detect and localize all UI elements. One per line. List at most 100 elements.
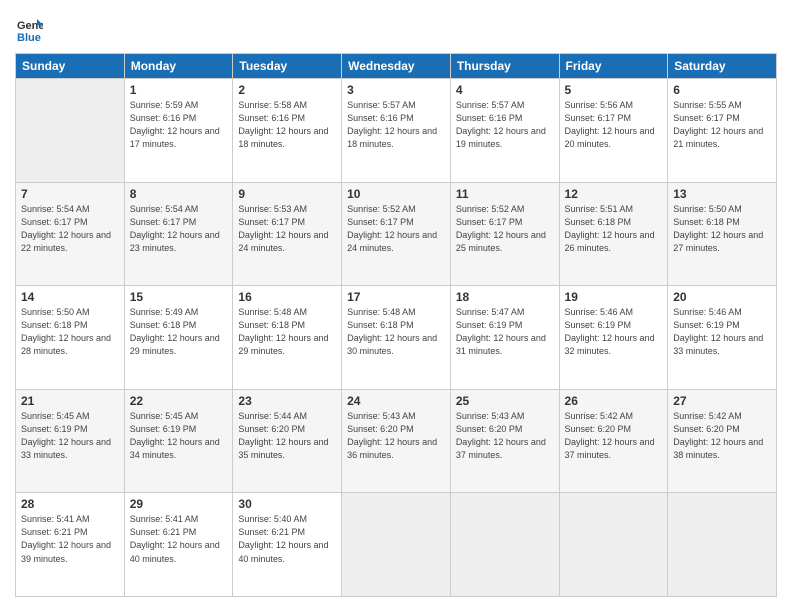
- calendar-cell: 1 Sunrise: 5:59 AMSunset: 6:16 PMDaylight…: [124, 79, 233, 183]
- day-number: 16: [238, 290, 336, 304]
- day-number: 8: [130, 187, 228, 201]
- day-number: 17: [347, 290, 445, 304]
- day-header-saturday: Saturday: [668, 54, 777, 79]
- calendar-cell: 9Sunrise: 5:53 AMSunset: 6:17 PMDaylight…: [233, 182, 342, 286]
- calendar-cell: 16 Sunrise: 5:48 AMSunset: 6:18 PMDayligh…: [233, 286, 342, 390]
- logo-icon: General Blue: [15, 15, 43, 43]
- cell-info: Sunrise: 5:59 AMSunset: 6:16 PMDaylight:…: [130, 99, 228, 151]
- cell-info: Sunrise: 5:53 AMSunset: 6:17 PMDaylight:…: [238, 203, 336, 255]
- cell-info: Sunrise: 5:40 AMSunset: 6:21 PMDaylight:…: [238, 513, 336, 565]
- header: General Blue: [15, 15, 777, 43]
- calendar-cell: 13 Sunrise: 5:50 AMSunset: 6:18 PMDayligh…: [668, 182, 777, 286]
- calendar-cell: 14 Sunrise: 5:50 AMSunset: 6:18 PMDayligh…: [16, 286, 125, 390]
- cell-info: Sunrise: 5:43 AMSunset: 6:20 PMDaylight:…: [347, 410, 445, 462]
- day-number: 2: [238, 83, 336, 97]
- day-number: 22: [130, 394, 228, 408]
- day-header-friday: Friday: [559, 54, 668, 79]
- cell-info: Sunrise: 5:42 AMSunset: 6:20 PMDaylight:…: [673, 410, 771, 462]
- calendar-cell: [668, 493, 777, 597]
- calendar-cell: 19Sunrise: 5:46 AMSunset: 6:19 PMDayligh…: [559, 286, 668, 390]
- cell-info: Sunrise: 5:52 AMSunset: 6:17 PMDaylight:…: [347, 203, 445, 255]
- day-number: 27: [673, 394, 771, 408]
- cell-info: Sunrise: 5:56 AMSunset: 6:17 PMDaylight:…: [565, 99, 663, 151]
- cell-info: Sunrise: 5:54 AMSunset: 6:17 PMDaylight:…: [130, 203, 228, 255]
- calendar-cell: 27 Sunrise: 5:42 AMSunset: 6:20 PMDayligh…: [668, 389, 777, 493]
- day-number: 30: [238, 497, 336, 511]
- day-number: 10: [347, 187, 445, 201]
- day-number: 29: [130, 497, 228, 511]
- day-number: 19: [565, 290, 663, 304]
- calendar-cell: 18 Sunrise: 5:47 AMSunset: 6:19 PMDayligh…: [450, 286, 559, 390]
- calendar-cell: 2 Sunrise: 5:58 AMSunset: 6:16 PMDaylight…: [233, 79, 342, 183]
- cell-info: Sunrise: 5:50 AMSunset: 6:18 PMDaylight:…: [673, 203, 771, 255]
- calendar-cell: 3 Sunrise: 5:57 AMSunset: 6:16 PMDaylight…: [342, 79, 451, 183]
- calendar-cell: 28Sunrise: 5:41 AMSunset: 6:21 PMDayligh…: [16, 493, 125, 597]
- day-number: 25: [456, 394, 554, 408]
- calendar-cell: 30 Sunrise: 5:40 AMSunset: 6:21 PMDayligh…: [233, 493, 342, 597]
- day-header-thursday: Thursday: [450, 54, 559, 79]
- day-number: 28: [21, 497, 119, 511]
- day-number: 15: [130, 290, 228, 304]
- day-number: 18: [456, 290, 554, 304]
- cell-info: Sunrise: 5:47 AMSunset: 6:19 PMDaylight:…: [456, 306, 554, 358]
- calendar-cell: 21 Sunrise: 5:45 AMSunset: 6:19 PMDayligh…: [16, 389, 125, 493]
- calendar-cell: 24 Sunrise: 5:43 AMSunset: 6:20 PMDayligh…: [342, 389, 451, 493]
- calendar-cell: [559, 493, 668, 597]
- calendar-week-4: 28Sunrise: 5:41 AMSunset: 6:21 PMDayligh…: [16, 493, 777, 597]
- day-number: 20: [673, 290, 771, 304]
- cell-info: Sunrise: 5:58 AMSunset: 6:16 PMDaylight:…: [238, 99, 336, 151]
- calendar-cell: 10 Sunrise: 5:52 AMSunset: 6:17 PMDayligh…: [342, 182, 451, 286]
- calendar-cell: 23 Sunrise: 5:44 AMSunset: 6:20 PMDayligh…: [233, 389, 342, 493]
- calendar-cell: [342, 493, 451, 597]
- calendar-cell: 15 Sunrise: 5:49 AMSunset: 6:18 PMDayligh…: [124, 286, 233, 390]
- calendar-cell: 5 Sunrise: 5:56 AMSunset: 6:17 PMDaylight…: [559, 79, 668, 183]
- day-number: 5: [565, 83, 663, 97]
- calendar-cell: 4 Sunrise: 5:57 AMSunset: 6:16 PMDaylight…: [450, 79, 559, 183]
- calendar-cell: 11Sunrise: 5:52 AMSunset: 6:17 PMDayligh…: [450, 182, 559, 286]
- day-number: 7: [21, 187, 119, 201]
- svg-text:Blue: Blue: [17, 32, 41, 43]
- calendar-cell: 29Sunrise: 5:41 AMSunset: 6:21 PMDayligh…: [124, 493, 233, 597]
- day-number: 1: [130, 83, 228, 97]
- calendar-table: SundayMondayTuesdayWednesdayThursdayFrid…: [15, 53, 777, 597]
- cell-info: Sunrise: 5:49 AMSunset: 6:18 PMDaylight:…: [130, 306, 228, 358]
- day-header-monday: Monday: [124, 54, 233, 79]
- cell-info: Sunrise: 5:45 AMSunset: 6:19 PMDaylight:…: [130, 410, 228, 462]
- day-header-tuesday: Tuesday: [233, 54, 342, 79]
- cell-info: Sunrise: 5:50 AMSunset: 6:18 PMDaylight:…: [21, 306, 119, 358]
- cell-info: Sunrise: 5:43 AMSunset: 6:20 PMDaylight:…: [456, 410, 554, 462]
- day-number: 3: [347, 83, 445, 97]
- cell-info: Sunrise: 5:48 AMSunset: 6:18 PMDaylight:…: [347, 306, 445, 358]
- day-number: 14: [21, 290, 119, 304]
- calendar-cell: 20 Sunrise: 5:46 AMSunset: 6:19 PMDayligh…: [668, 286, 777, 390]
- cell-info: Sunrise: 5:48 AMSunset: 6:18 PMDaylight:…: [238, 306, 336, 358]
- day-number: 13: [673, 187, 771, 201]
- day-number: 24: [347, 394, 445, 408]
- day-number: 11: [456, 187, 554, 201]
- calendar-cell: 7 Sunrise: 5:54 AMSunset: 6:17 PMDaylight…: [16, 182, 125, 286]
- calendar-cell: 26 Sunrise: 5:42 AMSunset: 6:20 PMDayligh…: [559, 389, 668, 493]
- day-header-sunday: Sunday: [16, 54, 125, 79]
- cell-info: Sunrise: 5:46 AMSunset: 6:19 PMDaylight:…: [673, 306, 771, 358]
- cell-info: Sunrise: 5:45 AMSunset: 6:19 PMDaylight:…: [21, 410, 119, 462]
- day-number: 12: [565, 187, 663, 201]
- calendar-cell: [16, 79, 125, 183]
- calendar-cell: 12Sunrise: 5:51 AMSunset: 6:18 PMDayligh…: [559, 182, 668, 286]
- day-number: 26: [565, 394, 663, 408]
- cell-info: Sunrise: 5:57 AMSunset: 6:16 PMDaylight:…: [347, 99, 445, 151]
- calendar-week-3: 21 Sunrise: 5:45 AMSunset: 6:19 PMDayligh…: [16, 389, 777, 493]
- day-number: 23: [238, 394, 336, 408]
- calendar-week-1: 7 Sunrise: 5:54 AMSunset: 6:17 PMDaylight…: [16, 182, 777, 286]
- cell-info: Sunrise: 5:54 AMSunset: 6:17 PMDaylight:…: [21, 203, 119, 255]
- logo: General Blue: [15, 15, 47, 43]
- cell-info: Sunrise: 5:44 AMSunset: 6:20 PMDaylight:…: [238, 410, 336, 462]
- day-number: 21: [21, 394, 119, 408]
- calendar-cell: 17 Sunrise: 5:48 AMSunset: 6:18 PMDayligh…: [342, 286, 451, 390]
- calendar-week-0: 1 Sunrise: 5:59 AMSunset: 6:16 PMDaylight…: [16, 79, 777, 183]
- calendar-cell: 6Sunrise: 5:55 AMSunset: 6:17 PMDaylight…: [668, 79, 777, 183]
- calendar-cell: [450, 493, 559, 597]
- cell-info: Sunrise: 5:57 AMSunset: 6:16 PMDaylight:…: [456, 99, 554, 151]
- cell-info: Sunrise: 5:42 AMSunset: 6:20 PMDaylight:…: [565, 410, 663, 462]
- calendar-cell: 22 Sunrise: 5:45 AMSunset: 6:19 PMDayligh…: [124, 389, 233, 493]
- day-number: 4: [456, 83, 554, 97]
